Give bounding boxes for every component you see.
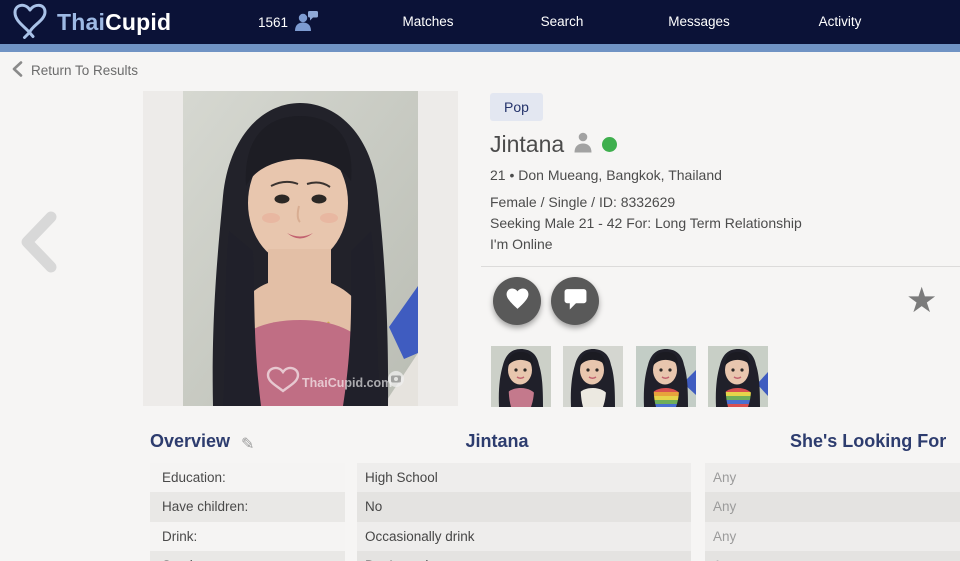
brand-heart-icon xyxy=(10,1,50,44)
chevron-left-icon xyxy=(12,61,23,80)
nav-item-messages[interactable]: Messages xyxy=(668,0,730,44)
accent-bar xyxy=(0,44,960,52)
nav-item-search[interactable]: Search xyxy=(541,0,584,44)
table-row-smoke: Smoke: Don't smoke Any xyxy=(150,551,960,561)
table-row-education: Education: High School Any xyxy=(150,463,960,492)
pop-badge: Pop xyxy=(490,93,543,121)
person-icon xyxy=(573,132,593,158)
row-looking: Any xyxy=(705,522,960,551)
table-row-children: Have children: No Any xyxy=(150,492,960,521)
table-row-drink: Drink: Occasionally drink Any xyxy=(150,522,960,551)
nav-item-matches[interactable]: Matches xyxy=(402,0,453,44)
return-to-results-link[interactable]: Return To Results xyxy=(12,61,138,80)
favorite-star-button[interactable]: ★ xyxy=(906,281,937,321)
online-members-counter[interactable]: 1561 xyxy=(258,0,319,44)
row-looking: Any xyxy=(705,492,960,521)
carousel-prev-button[interactable] xyxy=(16,210,60,274)
chat-bubble-icon xyxy=(563,287,588,315)
row-looking: Any xyxy=(705,551,960,561)
status-line: Female / Single / ID: 8332629 xyxy=(490,194,675,210)
row-label: Drink: xyxy=(150,522,345,551)
row-looking: Any xyxy=(705,463,960,492)
age-location: 21 • Don Mueang, Bangkok, Thailand xyxy=(490,167,722,183)
photo-panel: ThaiCupid.com xyxy=(143,91,458,406)
main-profile-photo[interactable]: ThaiCupid.com xyxy=(183,91,418,406)
profile-name: Jintana xyxy=(490,131,564,158)
section-divider xyxy=(481,266,960,267)
heart-icon xyxy=(505,287,530,315)
profile-column-header: Jintana xyxy=(465,431,528,452)
online-dot-icon xyxy=(602,137,617,152)
overview-title: Overview xyxy=(150,431,230,452)
photo-thumbnail-2[interactable] xyxy=(563,346,623,407)
photo-thumbnail-1[interactable] xyxy=(491,346,551,407)
profile-name-row: Jintana xyxy=(490,131,617,158)
photo-thumbnail-3[interactable] xyxy=(636,346,696,407)
like-button[interactable] xyxy=(493,277,541,325)
online-members-count: 1561 xyxy=(258,15,288,30)
camera-count-icon xyxy=(388,371,404,387)
photo-thumbnail-4[interactable] xyxy=(708,346,768,407)
edit-pencil-icon[interactable]: ✎ xyxy=(241,434,254,454)
row-label: Education: xyxy=(150,463,345,492)
page: ThaiCupid 1561 Matches Search Messages A… xyxy=(0,0,960,561)
row-value: No xyxy=(357,492,691,521)
row-value: Don't smoke xyxy=(357,551,691,561)
brand-logo[interactable]: ThaiCupid xyxy=(10,3,171,41)
row-label: Have children: xyxy=(150,492,345,521)
overview-table: Education: High School Any Have children… xyxy=(150,463,960,561)
message-button[interactable] xyxy=(551,277,599,325)
people-chat-icon xyxy=(293,10,319,35)
return-to-results-label: Return To Results xyxy=(31,63,138,78)
row-label: Smoke: xyxy=(150,551,345,561)
top-navbar: ThaiCupid 1561 Matches Search Messages A… xyxy=(0,0,960,44)
nav-item-activity[interactable]: Activity xyxy=(819,0,862,44)
row-value: Occasionally drink xyxy=(357,522,691,551)
row-value: High School xyxy=(357,463,691,492)
svg-text:ThaiCupid.com: ThaiCupid.com xyxy=(302,376,392,390)
seeking-line: Seeking Male 21 - 42 For: Long Term Rela… xyxy=(490,215,802,231)
looking-column-header: She's Looking For xyxy=(790,431,946,452)
brand-name: ThaiCupid xyxy=(57,9,171,36)
online-status: I'm Online xyxy=(490,236,553,252)
